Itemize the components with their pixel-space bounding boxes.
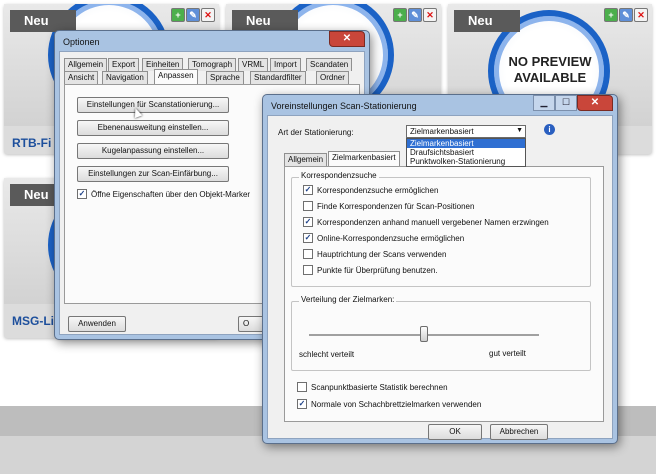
dropdown-option[interactable]: Zielmarkenbasiert (407, 139, 525, 148)
tab-allgemein[interactable]: Allgemein (64, 58, 108, 71)
tab-export[interactable]: Export (108, 58, 140, 71)
dialog-title: Optionen (63, 37, 100, 47)
open-properties-checkbox[interactable]: ✓ Öffne Eigenschaften über den Objekt-Ma… (77, 189, 250, 199)
distribution-group (291, 301, 591, 371)
checkbox[interactable]: ✓ (303, 217, 313, 227)
tab-import[interactable]: Import (270, 58, 301, 71)
checkbox[interactable] (303, 249, 313, 259)
checkbox-label: Öffne Eigenschaften über den Objekt-Mark… (91, 189, 251, 199)
tab-sprache[interactable]: Sprache (206, 71, 244, 84)
add-icon[interactable]: + (171, 8, 185, 22)
slider-thumb[interactable] (420, 326, 428, 342)
apply-button[interactable]: Anwenden (68, 316, 126, 332)
scan-coloring-button[interactable]: Einstellungen zur Scan-Einfärbung... (77, 166, 229, 182)
dialog-title: Voreinstellungen Scan-Stationierung (271, 101, 417, 111)
tab-allgemein[interactable]: Allgemein (284, 153, 328, 166)
tab-ansicht[interactable]: Ansicht (64, 71, 99, 84)
plane-extension-button[interactable]: Ebenenausweitung einstellen... (77, 120, 229, 136)
cancel-button[interactable]: Abbrechen (490, 424, 548, 440)
add-icon[interactable]: + (604, 8, 618, 22)
ok-button[interactable]: OK (428, 424, 482, 440)
scan-stationing-settings-button[interactable]: Einstellungen für Scanstationierung... (77, 97, 229, 113)
checkbox[interactable] (303, 265, 313, 275)
close-button[interactable]: ✕ (329, 31, 365, 47)
checkbox[interactable]: ✓ (297, 399, 307, 409)
group-title: Korrespondenzsuche (299, 171, 379, 180)
maximize-button[interactable]: ☐ (555, 95, 577, 111)
delete-icon[interactable]: ✕ (201, 8, 215, 22)
checkbox[interactable]: ✓ (303, 185, 313, 195)
checkbox[interactable]: ✓ (303, 233, 313, 243)
tab-scandaten[interactable]: Scandaten (306, 58, 353, 71)
new-badge: Neu (454, 10, 520, 32)
option-row[interactable]: Scanpunktbasierte Statistik berechnen (297, 382, 448, 392)
stationing-type-label: Art der Stationierung: (278, 128, 354, 137)
checkbox[interactable] (303, 201, 313, 211)
option-row[interactable]: Finde Korrespondenzen für Scan-Positione… (303, 201, 474, 211)
chevron-down-icon: ▼ (516, 127, 523, 134)
close-button[interactable]: ✕ (577, 95, 613, 111)
tab-zielmarkenbasiert[interactable]: Zielmarkenbasiert (328, 151, 400, 166)
tab-standardfilter[interactable]: Standardfilter (250, 71, 306, 84)
dropdown-option[interactable]: Draufsichtsbasiert (407, 148, 525, 157)
tab-anpassen[interactable]: Anpassen (154, 69, 198, 84)
edit-icon[interactable]: ✎ (619, 8, 633, 22)
minimize-button[interactable]: ▁ (533, 95, 555, 111)
delete-icon[interactable]: ✕ (423, 8, 437, 22)
stationing-type-options: Zielmarkenbasiert Draufsichtsbasiert Pun… (406, 138, 526, 167)
new-badge: Neu (10, 10, 76, 32)
stationing-type-dropdown[interactable]: Zielmarkenbasiert ▼ (406, 125, 526, 138)
new-badge: Neu (232, 10, 298, 32)
tab-ordner[interactable]: Ordner (316, 71, 349, 84)
delete-icon[interactable]: ✕ (634, 8, 648, 22)
dropdown-option[interactable]: Punktwolken-Stationierung (407, 157, 525, 166)
tab-navigation[interactable]: Navigation (102, 71, 148, 84)
edit-icon[interactable]: ✎ (186, 8, 200, 22)
option-row[interactable]: Punkte für Überprüfung benutzen. (303, 265, 438, 275)
option-row[interactable]: ✓ Normale von Schachbrettzielmarken verw… (297, 399, 481, 409)
slider-right-label: gut verteilt (489, 349, 526, 358)
no-preview-text: NO PREVIEW AVAILABLE (508, 54, 592, 85)
info-icon[interactable]: i (544, 124, 555, 135)
add-icon[interactable]: + (393, 8, 407, 22)
dialog-body: Art der Stationierung: Zielmarkenbasiert… (267, 115, 613, 440)
option-row[interactable]: ✓ Online-Korrespondenzsuche ermöglichen (303, 233, 464, 243)
sphere-fit-button[interactable]: Kugelanpassung einstellen... (77, 143, 229, 159)
project-title[interactable]: RTB-Fi (12, 136, 51, 150)
scan-stationing-dialog: Voreinstellungen Scan-Stationierung ▁ ☐ … (262, 94, 618, 444)
checkbox[interactable] (297, 382, 307, 392)
tab-vrml[interactable]: VRML (238, 58, 269, 71)
edit-icon[interactable]: ✎ (408, 8, 422, 22)
tab-panel: Korrespondenzsuche ✓ Korrespondenzsuche … (284, 166, 604, 422)
option-row[interactable]: Hauptrichtung der Scans verwenden (303, 249, 446, 259)
slider-title: Verteilung der Zielmarken: (299, 295, 397, 304)
project-title[interactable]: MSG-Li (12, 314, 54, 328)
checkbox-checked[interactable]: ✓ (77, 189, 87, 199)
option-row[interactable]: ✓ Korrespondenzsuche ermöglichen (303, 185, 438, 195)
option-row[interactable]: ✓ Korrespondenzen anhand manuell vergebe… (303, 217, 549, 227)
slider-left-label: schlecht verteilt (299, 350, 355, 359)
